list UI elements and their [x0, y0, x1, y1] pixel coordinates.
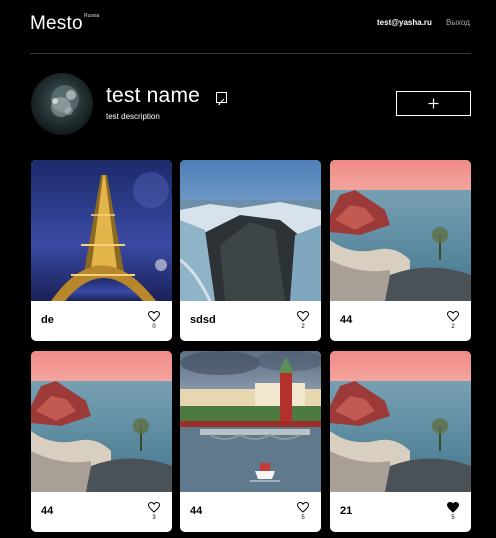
like-button[interactable]: [146, 502, 162, 513]
card: 44 2: [330, 160, 471, 341]
heart-icon: [297, 311, 309, 322]
logo-region: Russia: [84, 13, 100, 19]
profile-name: test name: [106, 84, 201, 107]
card-image[interactable]: [330, 160, 471, 301]
edit-profile-button[interactable]: [216, 92, 227, 105]
like-count: 5: [301, 515, 305, 521]
like-button[interactable]: [146, 311, 162, 322]
card-title: 44: [41, 505, 54, 517]
user-email: test@yasha.ru: [377, 18, 432, 27]
card-title: 44: [190, 505, 203, 517]
card-image[interactable]: [31, 160, 172, 301]
baikal-rock-image: [31, 351, 172, 492]
heart-icon: [297, 502, 309, 513]
baikal-rock-image: [330, 160, 471, 301]
like-count: 2: [451, 324, 455, 330]
baikal-rock-image: [330, 351, 471, 492]
heart-icon: [148, 502, 160, 513]
card: de 0: [31, 160, 172, 341]
pencil-icon: [218, 98, 225, 105]
logout-link[interactable]: Выход: [446, 18, 470, 27]
card-title: 44: [340, 314, 353, 326]
card-title: 21: [340, 505, 353, 517]
mountain-cliff-image: [180, 160, 321, 301]
card: sdsd 2: [180, 160, 321, 341]
card: 44 3: [31, 351, 172, 532]
plus-icon: [428, 98, 439, 109]
logo[interactable]: Mesto: [30, 13, 83, 35]
card: 44 5: [180, 351, 321, 532]
avatar[interactable]: [31, 73, 93, 135]
heart-icon: [447, 311, 459, 322]
eiffel-tower-image: [31, 160, 172, 301]
card-title: sdsd: [190, 314, 216, 326]
like-count: 0: [152, 324, 156, 330]
profile-description: test description: [106, 112, 160, 121]
card: 21 5: [330, 351, 471, 532]
like-count: 2: [301, 324, 305, 330]
moscow-kremlin-image: [180, 351, 321, 492]
like-button[interactable]: [295, 311, 311, 322]
like-button[interactable]: [445, 311, 461, 322]
card-image[interactable]: [180, 351, 321, 492]
card-title: de: [41, 314, 54, 326]
like-button[interactable]: [295, 502, 311, 513]
avatar-image: [31, 73, 93, 135]
like-count: 5: [451, 515, 455, 521]
card-image[interactable]: [330, 351, 471, 492]
heart-icon: [148, 311, 160, 322]
card-image[interactable]: [180, 160, 321, 301]
like-count: 3: [152, 515, 156, 521]
add-card-button[interactable]: [396, 91, 471, 116]
heart-filled-icon: [447, 502, 459, 513]
like-button[interactable]: [445, 502, 461, 513]
header: Mesto Russia test@yasha.ru Выход: [30, 0, 471, 54]
card-image[interactable]: [31, 351, 172, 492]
